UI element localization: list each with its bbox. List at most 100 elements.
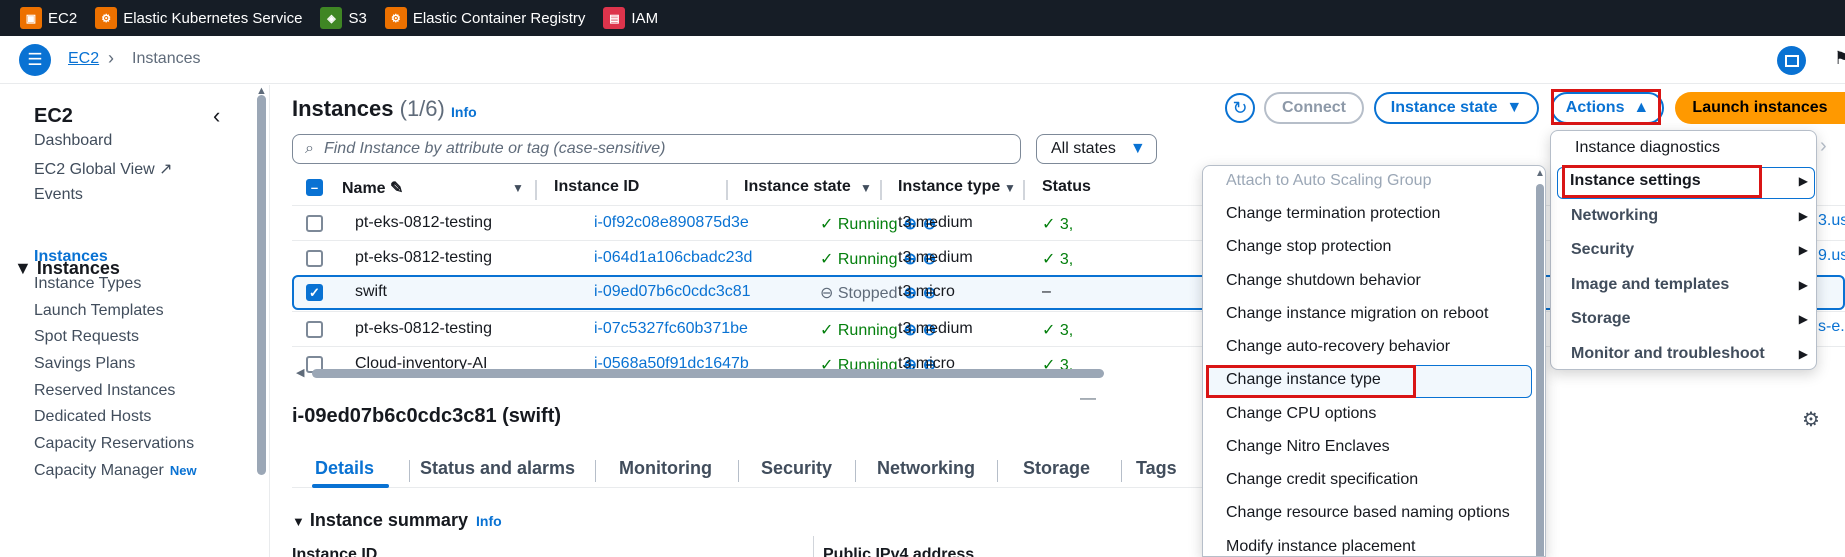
menu-item-monitor-and-troubleshoot[interactable]: Monitor and troubleshoot xyxy=(1571,345,1765,363)
submenu-item-shutdown-behavior[interactable]: Change shutdown behavior xyxy=(1226,272,1421,290)
edit-icon: ✎ xyxy=(390,180,404,197)
service-s3[interactable]: ◈ S3 xyxy=(320,7,367,29)
stopped-icon: ⊖ xyxy=(820,285,834,302)
truncated-cell: 9.us xyxy=(1818,247,1845,264)
check-circle-icon: ✓ xyxy=(820,216,834,233)
tab-status-and-alarms[interactable]: Status and alarms xyxy=(420,458,575,479)
submenu-item-credit-specification[interactable]: Change credit specification xyxy=(1226,471,1418,489)
column-divider xyxy=(1023,180,1025,200)
sidebar-item-global-view[interactable]: EC2 Global View ↗ xyxy=(34,159,173,179)
external-link-icon: ↗ xyxy=(159,161,173,178)
notifications-icon[interactable]: ⚑ xyxy=(1834,48,1845,69)
instance-summary-toggle[interactable]: ▼ Instance summary xyxy=(292,510,468,531)
menu-item-image-and-templates[interactable]: Image and templates xyxy=(1571,276,1729,294)
submenu-item-auto-recovery[interactable]: Change auto-recovery behavior xyxy=(1226,338,1450,356)
next-page-icon[interactable]: › xyxy=(1820,135,1827,158)
sidebar-item-events[interactable]: Events xyxy=(34,186,83,204)
column-header-instance-type[interactable]: Instance type xyxy=(898,178,1000,196)
sidebar-item-spot-requests[interactable]: Spot Requests xyxy=(34,328,139,346)
column-header-instance-id[interactable]: Instance ID xyxy=(554,178,639,196)
caret-down-icon: ▼ xyxy=(1129,140,1146,157)
sort-icon[interactable]: ▼ xyxy=(860,181,872,195)
row-checkbox[interactable] xyxy=(306,250,323,267)
menu-item-instance-diagnostics[interactable]: Instance diagnostics xyxy=(1575,139,1720,157)
sidebar-item-capacity-manager[interactable]: Capacity Manager New xyxy=(34,462,197,480)
resize-handle[interactable]: — xyxy=(1080,390,1096,408)
submenu-scrollbar[interactable] xyxy=(1536,184,1544,556)
eks-icon: ⚙ xyxy=(95,7,118,29)
sidebar-item-dedicated-hosts[interactable]: Dedicated Hosts xyxy=(34,408,151,426)
instance-id-link[interactable]: i-064d1a106cbadc23d xyxy=(594,249,752,267)
select-all-checkbox[interactable]: – xyxy=(306,179,323,196)
panel-toggle-icon[interactable] xyxy=(1777,46,1806,75)
instance-id-link[interactable]: i-07c5327fc60b371be xyxy=(594,320,748,338)
connect-button[interactable]: Connect xyxy=(1264,92,1364,124)
column-header-name[interactable]: Name ✎ xyxy=(342,178,403,198)
submenu-item-migration-on-reboot[interactable]: Change instance migration on reboot xyxy=(1226,305,1488,323)
sidebar-item-instances[interactable]: Instances xyxy=(34,248,108,266)
instance-id-link[interactable]: i-0f92c08e890875d3e xyxy=(594,214,749,232)
summary-label-public-ipv4: Public IPv4 address xyxy=(823,546,975,557)
sidebar-item-instance-types[interactable]: Instance Types xyxy=(34,275,141,293)
sort-icon[interactable]: ▼ xyxy=(512,181,524,195)
summary-label-instance-id: Instance ID xyxy=(292,546,378,557)
info-link[interactable]: Info xyxy=(451,104,477,120)
sidebar-item-capacity-reservations[interactable]: Capacity Reservations xyxy=(34,435,194,453)
search-input[interactable]: ⌕ Find Instance by attribute or tag (case… xyxy=(292,134,1021,164)
tab-monitoring[interactable]: Monitoring xyxy=(619,458,712,479)
submenu-item-nitro-enclaves[interactable]: Change Nitro Enclaves xyxy=(1226,438,1390,456)
submenu-item-instance-placement[interactable]: Modify instance placement xyxy=(1226,538,1415,556)
gear-icon[interactable]: ⚙ xyxy=(1802,407,1820,432)
submenu-item-cpu-options[interactable]: Change CPU options xyxy=(1226,405,1376,423)
submenu-item-stop-protection[interactable]: Change stop protection xyxy=(1226,238,1391,256)
menu-item-security[interactable]: Security xyxy=(1571,241,1634,259)
sort-icon[interactable]: ▼ xyxy=(1004,181,1016,195)
service-iam[interactable]: ▤ IAM xyxy=(603,7,658,29)
collapse-sidebar-icon[interactable]: ‹ xyxy=(213,103,220,129)
sidebar-item-savings-plans[interactable]: Savings Plans xyxy=(34,355,135,373)
submenu-item-resource-naming[interactable]: Change resource based naming options xyxy=(1226,504,1510,522)
tab-divider xyxy=(409,460,410,482)
sidebar-item-reserved-instances[interactable]: Reserved Instances xyxy=(34,382,175,400)
submenu-item-termination-protection[interactable]: Change termination protection xyxy=(1226,205,1440,223)
table-horizontal-scrollbar[interactable] xyxy=(312,369,1104,378)
breadcrumb-current: Instances xyxy=(132,50,201,67)
status-check: – xyxy=(1042,283,1051,300)
submenu-arrow-icon: ▶ xyxy=(1798,278,1808,292)
row-checkbox[interactable] xyxy=(306,215,323,232)
tab-tags[interactable]: Tags xyxy=(1136,458,1177,479)
instance-state-button[interactable]: Instance state ▼ xyxy=(1374,92,1539,124)
launch-instances-button[interactable]: Launch instances xyxy=(1675,92,1845,124)
column-header-instance-state[interactable]: Instance state xyxy=(744,178,851,196)
tab-security[interactable]: Security xyxy=(761,458,832,479)
tab-details[interactable]: Details xyxy=(315,458,374,479)
sidebar-scrollbar[interactable] xyxy=(257,95,266,475)
row-checkbox[interactable] xyxy=(306,321,323,338)
sidebar-item-launch-templates[interactable]: Launch Templates xyxy=(34,302,164,320)
sidebar-item-dashboard[interactable]: Dashboard xyxy=(34,132,112,150)
menu-item-networking[interactable]: Networking xyxy=(1571,207,1658,225)
service-eks[interactable]: ⚙ Elastic Kubernetes Service xyxy=(95,7,302,29)
truncated-cell: 3.us xyxy=(1818,212,1845,229)
scroll-left-icon[interactable]: ◀ xyxy=(296,366,304,379)
refresh-icon[interactable]: ↻ xyxy=(1225,93,1255,123)
tab-networking[interactable]: Networking xyxy=(877,458,975,479)
menu-item-storage[interactable]: Storage xyxy=(1571,310,1631,328)
row-checkbox[interactable]: ✓ xyxy=(306,284,323,301)
breadcrumb-separator-icon: › xyxy=(108,48,114,68)
hamburger-menu-icon[interactable]: ☰ xyxy=(19,44,51,76)
instance-id-link[interactable]: i-09ed07b6c0cdc3c81 xyxy=(594,283,751,301)
service-ecr[interactable]: ⚙ Elastic Container Registry xyxy=(384,7,585,29)
column-header-status[interactable]: Status xyxy=(1042,178,1091,196)
submenu-item-attach-asg: Attach to Auto Scaling Group xyxy=(1226,172,1432,189)
instance-name: pt-eks-0812-testing xyxy=(355,320,492,337)
summary-info-link[interactable]: Info xyxy=(476,513,502,529)
service-ec2[interactable]: ▣ EC2 xyxy=(20,7,77,29)
tab-storage[interactable]: Storage xyxy=(1023,458,1090,479)
column-divider xyxy=(880,180,882,200)
breadcrumb-header: ☰ EC2 › Instances ⚑ xyxy=(0,36,1845,84)
breadcrumb-ec2[interactable]: EC2 xyxy=(68,50,99,68)
scroll-up-icon[interactable]: ▲ xyxy=(1535,168,1545,179)
submenu-arrow-icon: ▶ xyxy=(1798,174,1808,188)
state-filter-select[interactable]: All states ▼ xyxy=(1036,134,1157,164)
